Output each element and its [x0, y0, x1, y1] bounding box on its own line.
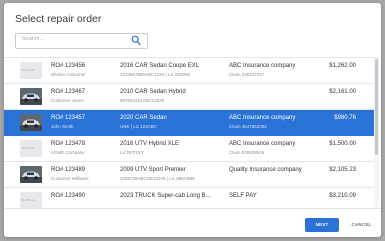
search-icon[interactable] [131, 35, 141, 46]
no-photo-label: No Photo [22, 68, 35, 72]
scrollbar-thumb[interactable] [375, 59, 378, 155]
vehicle-description: 2010 CAR Sedan Hybrid [120, 89, 186, 95]
order-amount: $1,500.00 [329, 141, 356, 147]
vehicle-vin-license: Lic R0T2XY [120, 150, 145, 155]
insurance-company: SELF PAY [229, 193, 257, 199]
claim-number: Claim 346247247 [229, 72, 265, 77]
car-photo-icon [20, 166, 42, 183]
order-amount: $2,161.00 [329, 89, 356, 95]
repair-order-row[interactable]: RO# 123467 Customer Jones 2010 CAR Sedan H… [4, 84, 374, 110]
dialog-footer: NEXT CANCEL [4, 208, 381, 237]
vehicle-photo [20, 114, 42, 131]
no-photo-label: No Photo [22, 198, 35, 202]
vehicle-description: 2016 UTV Hybrid XLE [120, 141, 180, 147]
repair-order-row[interactable]: No Photo RO# 123478 ACME Company 2016 UTV H… [4, 136, 374, 162]
insurance-company: ABC Insurance company [229, 141, 296, 147]
search-input[interactable]: Search... [15, 33, 148, 49]
car-photo-icon [20, 114, 42, 131]
car-photo-icon [20, 88, 42, 105]
repair-order-row[interactable]: No Photo RO# 123490 2023 TRUCK Super-cab L… [4, 188, 374, 208]
repair-order-row[interactable]: RO# 123457 John Smith 2020 CAR Sedan UNK | … [4, 110, 374, 136]
repair-order-list: No Photo RO# 123456 Sholon Customer 2016 CA… [4, 57, 374, 208]
vehicle-vin-license: UNK | Lic 123ABC [120, 124, 157, 129]
vehicle-vin-license: 3456789ABCDE12345 | Lic 888AB88 [120, 176, 195, 181]
ro-number: RO# 123490 [51, 193, 86, 199]
order-amount: $2,105.23 [329, 167, 356, 173]
vehicle-photo [20, 166, 42, 183]
order-amount: $1,262.00 [329, 63, 356, 69]
no-photo-placeholder: No Photo [20, 192, 42, 208]
customer-name: Customer Williams [51, 176, 89, 181]
insurance-company: ABC Insurance company [229, 115, 296, 121]
claim-number: Claim 839528536 [229, 150, 265, 155]
dialog-title: Select repair order [15, 13, 102, 25]
repair-order-row[interactable]: No Photo RO# 123456 Sholon Customer 2016 CA… [4, 58, 374, 84]
next-button[interactable]: NEXT [305, 218, 339, 232]
no-photo-placeholder: No Photo [20, 62, 42, 79]
vehicle-description: 2023 TRUCK Super-cab Long B... [120, 193, 211, 199]
vehicle-vin-license: 1234567890ABC1234 | Lic 000000 [120, 72, 190, 77]
search-placeholder: Search... [22, 36, 45, 42]
order-amount: $980.76 [334, 115, 356, 121]
vehicle-description: 2009 UTV Sport Premier [120, 167, 186, 173]
vehicle-photo [20, 88, 42, 105]
no-photo-placeholder: No Photo [20, 140, 42, 157]
no-photo-label: No Photo [22, 146, 35, 150]
ro-number: RO# 123467 [51, 89, 86, 95]
vehicle-vin-license: 987654321ABC12345 [120, 98, 165, 103]
vehicle-description: 2020 CAR Sedan [120, 115, 167, 121]
cancel-button[interactable]: CANCEL [346, 218, 377, 232]
repair-order-row[interactable]: RO# 123489 Customer Williams 2009 UTV Spor… [4, 162, 374, 188]
customer-name: Customer Jones [51, 98, 84, 103]
customer-name: ACME Company [51, 150, 85, 155]
ro-number: RO# 123478 [51, 141, 86, 147]
claim-number: Claim 3547852002 [229, 124, 267, 129]
ro-number: RO# 123489 [51, 167, 86, 173]
customer-name: John Smith [51, 124, 74, 129]
vehicle-description: 2016 CAR Sedan Coupe EXL [120, 63, 200, 69]
order-amount: $3,210.09 [329, 193, 356, 199]
insurance-company: Quality Insurance company [229, 167, 302, 173]
ro-number: RO# 123456 [51, 63, 86, 69]
insurance-company: ABC Insurance company [229, 63, 296, 69]
customer-name: Sholon Customer [51, 72, 86, 77]
select-repair-order-dialog: Select repair order Search... No Photo RO… [4, 3, 381, 237]
ro-number: RO# 123457 [51, 115, 86, 121]
